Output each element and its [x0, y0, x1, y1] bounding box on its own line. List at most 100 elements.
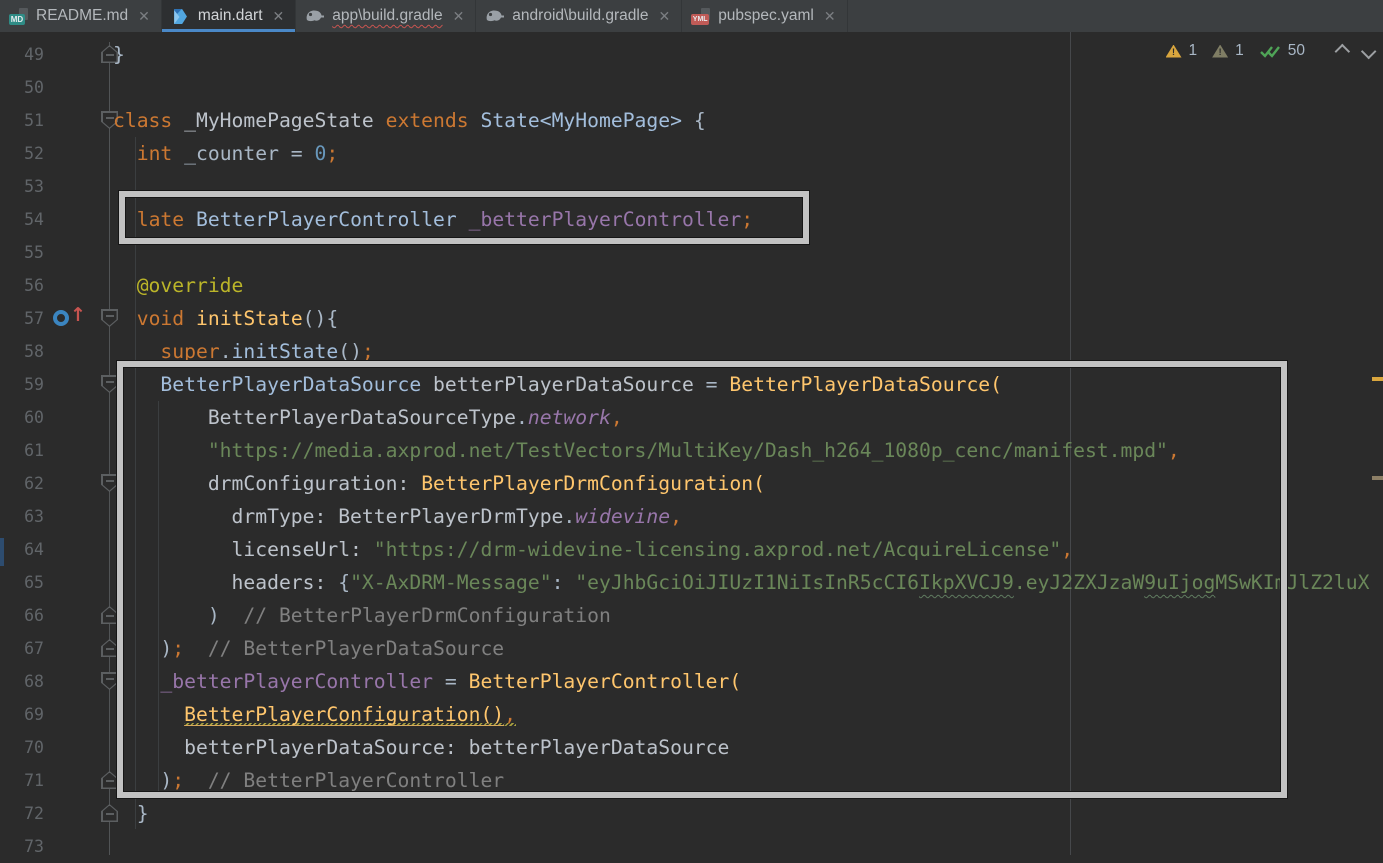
code-segment: State<MyHomePage> — [469, 109, 694, 132]
code-segment: initState — [232, 340, 339, 363]
code-segment: = — [706, 373, 730, 396]
next-issue-chevron-icon[interactable] — [1361, 43, 1377, 59]
code-line-62[interactable]: drmConfiguration: BetterPlayerDrmConfigu… — [113, 467, 765, 500]
code-segment: "https://media.axprod.net/TestVectors/Mu… — [208, 439, 1168, 462]
code-segment: , — [504, 703, 516, 726]
tab-close-icon[interactable]: ✕ — [451, 9, 467, 23]
code-segment: super — [160, 340, 219, 363]
code-line-71[interactable]: ); // BetterPlayerController — [113, 764, 504, 797]
line-number: 73 — [0, 830, 44, 863]
code-segment: _betterPlayerController — [160, 670, 433, 693]
weak-warning-icon[interactable]: ! — [1212, 45, 1228, 58]
code-segment: { — [694, 109, 706, 132]
code-line-64[interactable]: licenseUrl: "https://drm-widevine-licens… — [113, 533, 1073, 566]
code-segment: { — [338, 571, 350, 594]
code-segment: licenseUrl: — [113, 538, 374, 561]
line-number: 66 — [0, 599, 44, 632]
gradle-file-icon — [305, 8, 325, 25]
code-segment: , — [1061, 538, 1073, 561]
tab-close-icon[interactable]: ✕ — [822, 9, 838, 23]
line-number: 59 — [0, 368, 44, 401]
tab-main.dart[interactable]: main.dart✕ — [162, 0, 296, 32]
code-segment: (){ — [303, 307, 339, 330]
tab-close-icon[interactable]: ✕ — [271, 9, 287, 23]
line-number: 68 — [0, 665, 44, 698]
code-line-70[interactable]: betterPlayerDataSource: betterPlayerData… — [113, 731, 729, 764]
warning-icon[interactable]: ! — [1166, 45, 1182, 58]
left-edge-marker — [0, 538, 4, 566]
code-line-67[interactable]: ); // BetterPlayerDataSource — [113, 632, 504, 665]
code-segment: _MyHomePageState — [172, 109, 385, 132]
tab-label: pubspec.yaml — [718, 7, 814, 25]
code-segment: . — [220, 340, 232, 363]
code-segment — [113, 307, 137, 330]
code-segment: , — [670, 505, 682, 528]
inspections-passed-icon[interactable] — [1259, 44, 1281, 59]
code-line-49[interactable]: } — [113, 38, 125, 71]
code-segment: network — [528, 406, 611, 429]
code-segment: .eyJ2ZXJzaW — [1014, 571, 1144, 594]
code-segment: BetterPlayerDataSource( — [729, 373, 1002, 396]
code-line-56[interactable]: @override — [113, 269, 243, 302]
code-segment: BetterPlayerDataSourceType — [113, 406, 516, 429]
fold-connector-line — [109, 42, 110, 855]
code-line-65[interactable]: headers: {"X-AxDRM-Message": "eyJhbGciOi… — [113, 566, 1369, 599]
code-segment: BetterPlayerDataSource — [160, 373, 421, 396]
code-line-57[interactable]: void initState(){ — [113, 302, 338, 335]
code-line-72[interactable]: } — [113, 797, 149, 830]
previous-issue-chevron-icon[interactable] — [1335, 43, 1351, 59]
code-line-63[interactable]: drmType: BetterPlayerDrmType.widevine, — [113, 500, 682, 533]
code-segment: . — [516, 406, 528, 429]
tab-app-build.gradle[interactable]: app\build.gradle ✕ — [296, 0, 476, 32]
code-line-54[interactable]: late BetterPlayerController _betterPlaye… — [113, 203, 753, 236]
code-segment: ; — [172, 769, 184, 792]
dart-file-icon — [171, 8, 191, 25]
code-segment: ; — [741, 208, 753, 231]
yaml-file-icon: YML — [691, 8, 711, 25]
ide-window: { "tabs": [ {"label":"README.md","icon":… — [0, 0, 1383, 855]
tab-readme.md[interactable]: MDREADME.md✕ — [0, 0, 162, 32]
code-segment: extends — [386, 109, 469, 132]
code-segment: int — [137, 142, 173, 165]
code-line-61[interactable]: "https://media.axprod.net/TestVectors/Mu… — [113, 434, 1180, 467]
code-line-59[interactable]: BetterPlayerDataSource betterPlayerDataS… — [113, 368, 1002, 401]
code-segment: class — [113, 109, 172, 132]
code-segment: betterPlayerDataSource — [421, 373, 705, 396]
line-number: 65 — [0, 566, 44, 599]
code-editor[interactable]: 49}5051class _MyHomePageState extends St… — [0, 32, 1383, 855]
code-segment: BetterPlayerController( — [469, 670, 742, 693]
tab-close-icon[interactable]: ✕ — [136, 9, 152, 23]
tab-pubspec.yaml[interactable]: YML pubspec.yaml ✕ — [682, 0, 847, 32]
code-line-51[interactable]: class _MyHomePageState extends State<MyH… — [113, 104, 706, 137]
code-segment: "X-AxDRM-Message" — [350, 571, 552, 594]
code-segment: _betterPlayerController — [469, 208, 742, 231]
code-segment: () — [338, 340, 362, 363]
code-line-69[interactable]: BetterPlayerConfiguration(), — [113, 698, 516, 731]
code-segment: _counter = — [172, 142, 314, 165]
code-line-68[interactable]: _betterPlayerController = BetterPlayerCo… — [113, 665, 741, 698]
code-line-66[interactable]: ) // BetterPlayerDrmConfiguration — [113, 599, 611, 632]
code-segment — [113, 703, 184, 726]
code-segment: // BetterPlayerDataSource — [184, 637, 504, 660]
line-number: 57 — [0, 302, 44, 335]
code-segment: BetterPlayerDrmConfiguration( — [421, 472, 765, 495]
code-segment: ; — [362, 340, 374, 363]
line-number: 53 — [0, 170, 44, 203]
line-number: 70 — [0, 731, 44, 764]
code-segment — [113, 208, 137, 231]
code-segment: headers: — [113, 571, 338, 594]
tab-label: app\build.gradle — [332, 7, 442, 25]
override-marker-icon[interactable]: ↑ — [53, 308, 83, 328]
code-segment — [113, 439, 208, 462]
line-number: 49 — [0, 38, 44, 71]
code-line-52[interactable]: int _counter = 0; — [113, 137, 338, 170]
error-stripe-weak-mark[interactable] — [1372, 476, 1383, 480]
tab-android-build.gradle[interactable]: android\build.gradle✕ — [476, 0, 682, 32]
code-line-60[interactable]: BetterPlayerDataSourceType.network, — [113, 401, 623, 434]
code-segment: drmConfiguration: — [113, 472, 421, 495]
line-number: 54 — [0, 203, 44, 236]
code-segment — [113, 340, 160, 363]
code-line-58[interactable]: super.initState(); — [113, 335, 374, 368]
tab-close-icon[interactable]: ✕ — [656, 9, 672, 23]
error-stripe-warning-mark[interactable] — [1372, 377, 1383, 381]
